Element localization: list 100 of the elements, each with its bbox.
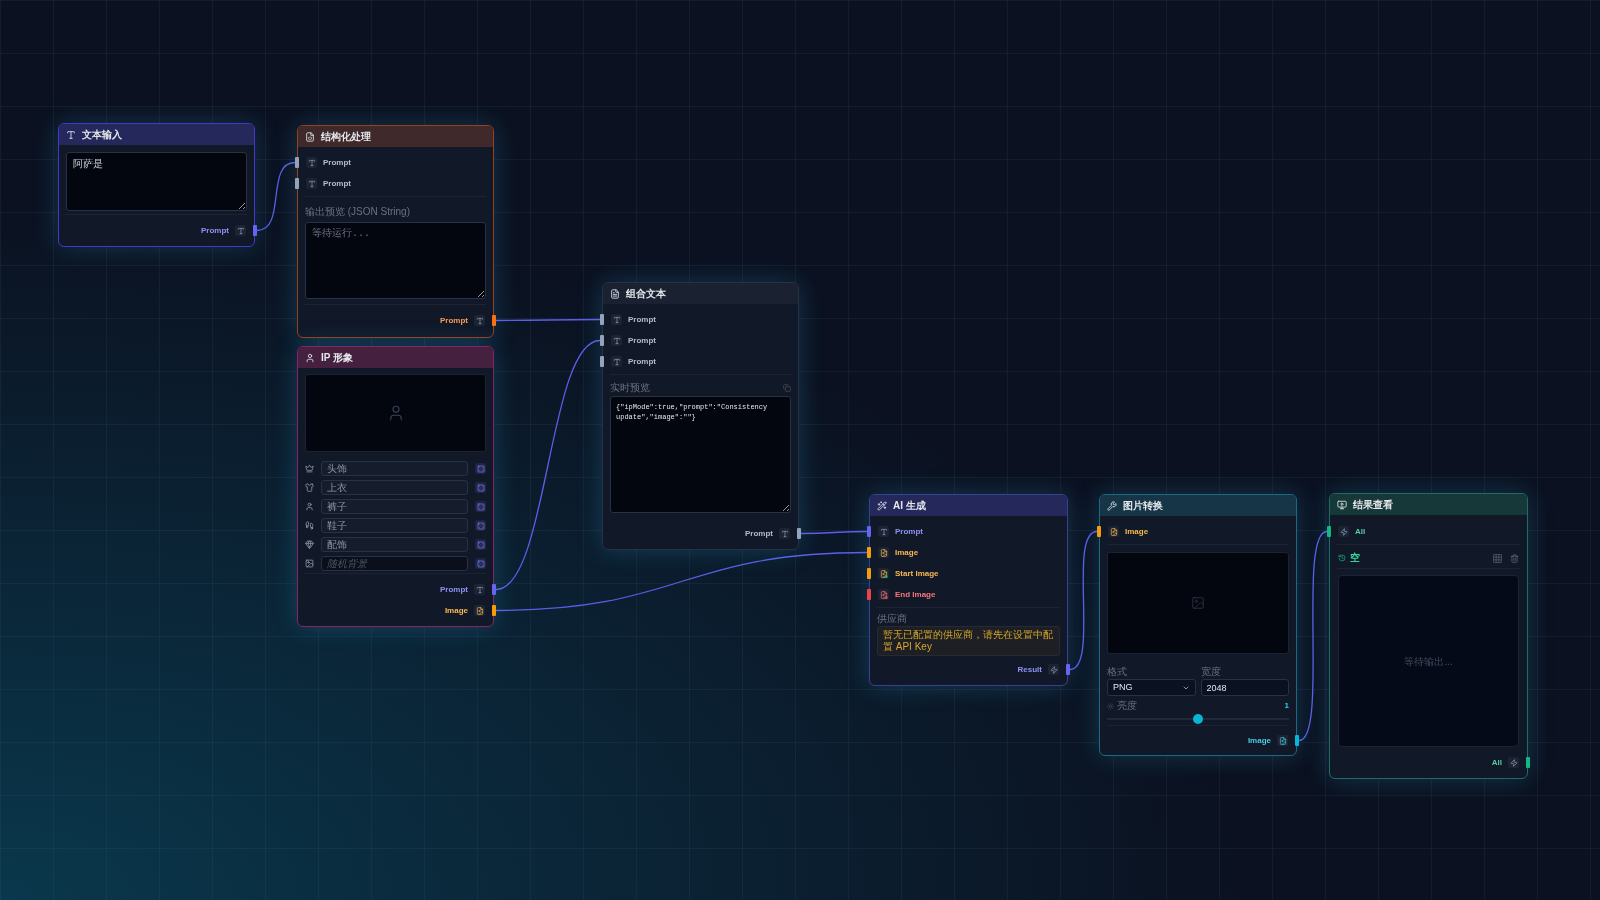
node-title: AI 生成 (893, 500, 926, 511)
dice-button[interactable] (475, 558, 486, 569)
input-port[interactable] (600, 335, 604, 346)
slot-input-field[interactable]: 裤子 (321, 499, 468, 514)
text-input-field[interactable]: 阿萨是 (66, 152, 247, 211)
dice-icon (476, 521, 485, 530)
output-preview-field[interactable]: 等待运行... (305, 222, 486, 299)
port-label: Image (1125, 527, 1149, 536)
output-port[interactable] (492, 315, 496, 326)
port-label: Prompt (628, 315, 656, 324)
image-icon (1191, 596, 1205, 610)
text-type-icon (779, 528, 790, 539)
slot-input-field[interactable]: 鞋子 (321, 518, 468, 533)
input-port[interactable] (1327, 526, 1331, 537)
input-port[interactable] (600, 314, 604, 325)
text-type-icon (306, 178, 317, 189)
portrait-placeholder[interactable] (305, 374, 486, 452)
port-label: Prompt (323, 158, 351, 167)
dice-button[interactable] (475, 539, 486, 550)
footprints-icon (305, 521, 314, 530)
input-port[interactable] (1097, 526, 1101, 537)
image-file-icon (474, 605, 485, 616)
dice-icon (476, 502, 485, 511)
output-port[interactable] (253, 225, 257, 236)
bolt-icon (1048, 664, 1059, 675)
format-select[interactable]: PNG (1107, 679, 1196, 696)
port-label: All (1491, 758, 1502, 767)
user-icon (305, 352, 315, 363)
node-title: 文本输入 (82, 129, 122, 140)
text-type-icon (66, 129, 76, 140)
output-port[interactable] (492, 584, 496, 595)
history-icon (1338, 554, 1346, 562)
dice-button[interactable] (475, 501, 486, 512)
warning-message: 暂无已配置的供应商，请先在设置中配置 API Key (877, 626, 1060, 656)
connection-wire (800, 530, 868, 535)
image-icon (305, 559, 314, 568)
output-port[interactable] (492, 605, 496, 616)
port-label: Result (1017, 665, 1042, 674)
copy-icon[interactable] (783, 384, 791, 392)
port-label: Image (444, 606, 468, 615)
text-type-icon (235, 225, 246, 236)
input-port[interactable] (867, 547, 871, 558)
node-title: 组合文本 (626, 288, 666, 299)
text-type-icon (878, 526, 889, 537)
slot-input-field[interactable]: 头饰 (321, 461, 468, 476)
bolt-icon (1338, 526, 1349, 537)
input-port[interactable] (295, 157, 299, 168)
grid-view-icon[interactable] (1493, 553, 1502, 563)
field-label: 供应商 (877, 613, 908, 625)
output-port[interactable] (1295, 735, 1299, 746)
dice-button[interactable] (475, 463, 486, 474)
dice-button[interactable] (475, 520, 486, 531)
text-type-icon (474, 584, 485, 595)
dice-icon (476, 559, 485, 568)
input-port[interactable] (295, 178, 299, 189)
port-label: Image (1247, 736, 1271, 745)
slot-input-field[interactable]: 上衣 (321, 480, 468, 495)
port-label: Prompt (745, 529, 773, 538)
file-code-icon (305, 131, 315, 142)
slot-input-field[interactable]: 配饰 (321, 537, 468, 552)
wrench-icon (1107, 500, 1117, 511)
port-label: Start Image (895, 569, 939, 578)
field-label: 格式 (1107, 666, 1128, 678)
width-input-field[interactable]: 2048 (1200, 679, 1289, 696)
field-label: 宽度 (1200, 666, 1222, 678)
node-title: 结果查看 (1353, 499, 1393, 510)
input-port[interactable] (867, 526, 871, 537)
port-label: End Image (895, 590, 936, 599)
dice-button[interactable] (475, 482, 486, 493)
field-label: 实时预览 (610, 382, 650, 394)
text-type-icon (306, 157, 317, 168)
slider-value: 1 (1284, 702, 1289, 710)
output-port[interactable] (1066, 664, 1070, 675)
slider-thumb[interactable] (1193, 714, 1203, 724)
node-title: 图片转换 (1123, 500, 1163, 511)
image-end-icon (878, 589, 889, 600)
slot-input-field[interactable]: 随机背景 (321, 556, 468, 571)
empty-state-text: 等待输出... (1404, 654, 1453, 669)
text-type-icon (611, 314, 622, 325)
image-start-icon (878, 568, 889, 579)
trash-icon[interactable] (1510, 553, 1519, 563)
user-icon (305, 502, 314, 511)
bolt-icon (1508, 757, 1519, 768)
dice-icon (476, 483, 485, 492)
text-type-icon (474, 315, 485, 326)
gem-icon (305, 540, 314, 549)
port-label: Prompt (323, 179, 351, 188)
input-port[interactable] (867, 589, 871, 600)
monitor-play-icon (1337, 499, 1347, 510)
text-type-icon (611, 356, 622, 367)
connection-wire (256, 161, 296, 232)
port-label: All (1355, 527, 1366, 536)
input-port[interactable] (600, 356, 604, 367)
history-label: 空 (1350, 553, 1360, 563)
output-port[interactable] (1526, 757, 1530, 768)
text-type-icon (611, 335, 622, 346)
output-port[interactable] (797, 528, 801, 539)
magic-wand-icon (877, 500, 887, 511)
input-port[interactable] (867, 568, 871, 579)
port-label: Prompt (201, 226, 229, 235)
